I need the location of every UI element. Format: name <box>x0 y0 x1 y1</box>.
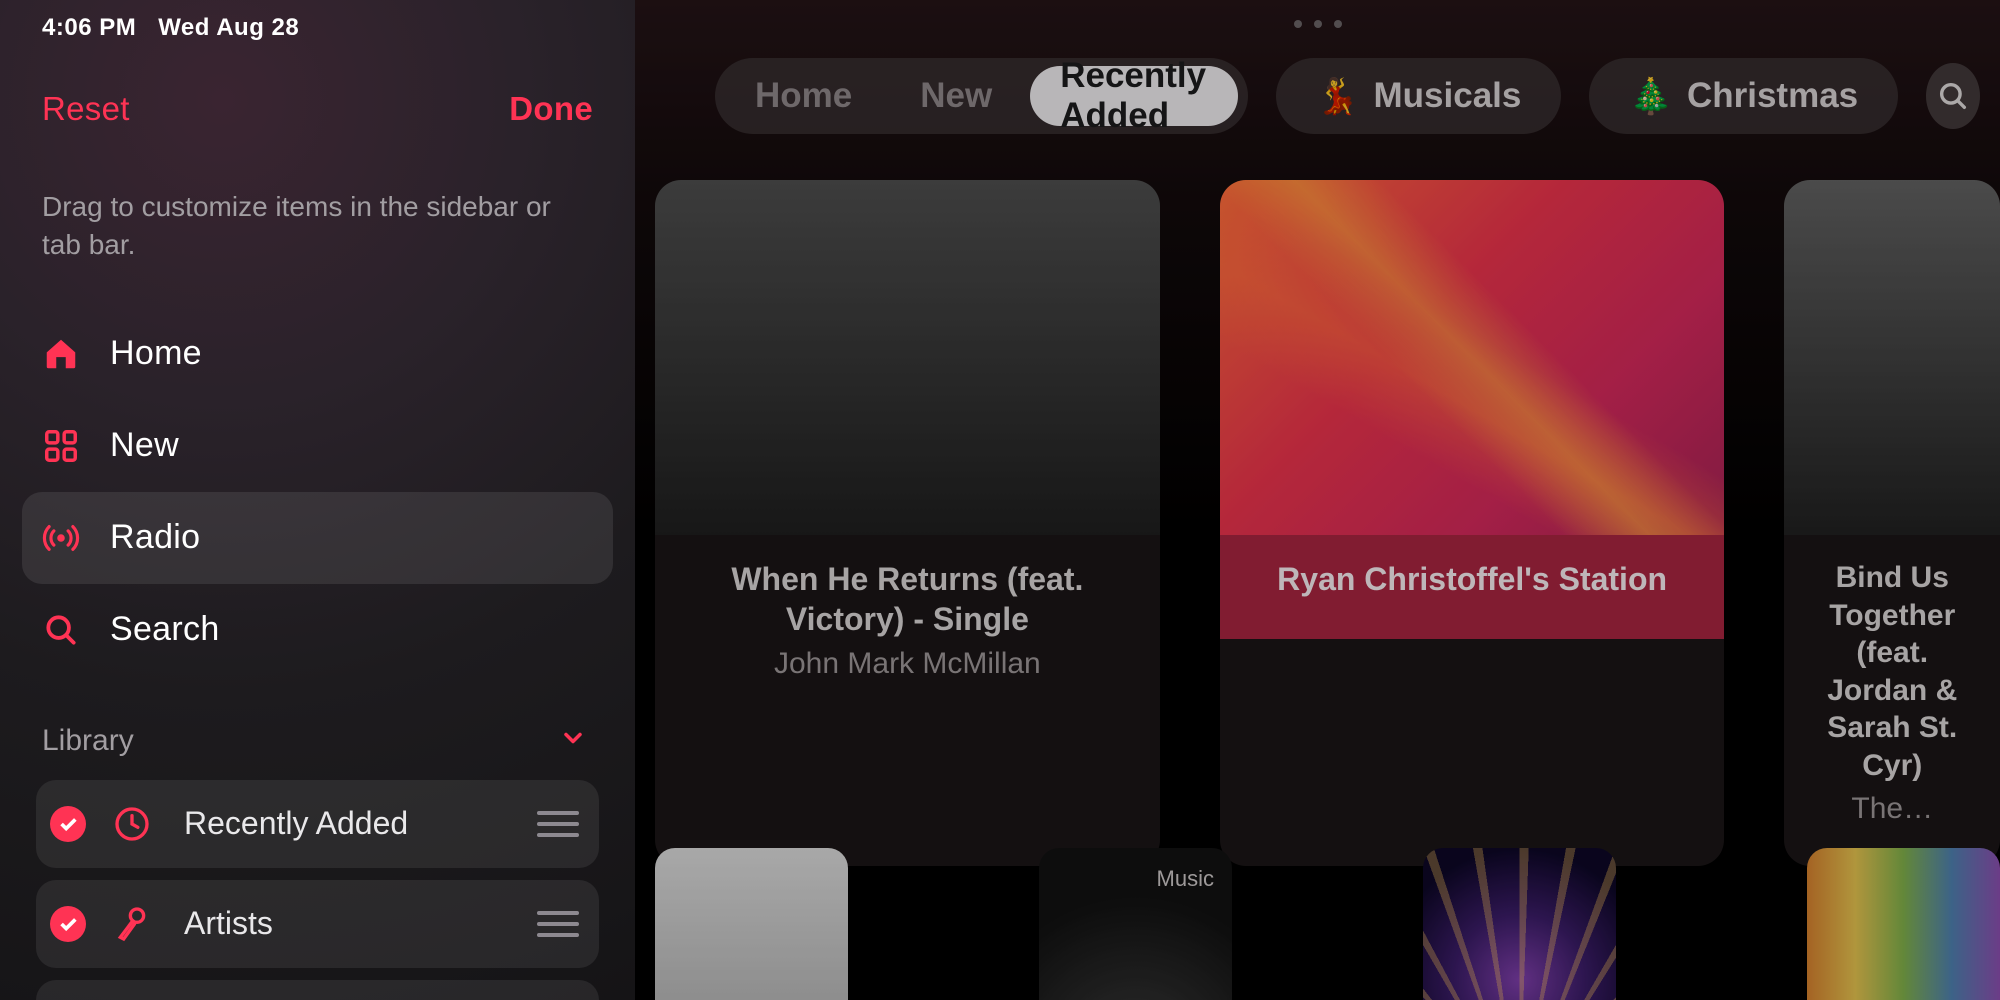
reset-button[interactable]: Reset <box>42 90 130 128</box>
broadcast-icon <box>42 519 80 557</box>
tab-home[interactable]: Home <box>725 66 882 126</box>
edit-bar: Reset Done <box>42 90 593 128</box>
card-title: When He Returns (feat. Victory) - Single <box>681 559 1134 639</box>
dancer-emoji-icon: 💃 <box>1316 76 1360 117</box>
album-art <box>655 180 1160 535</box>
library-item-label: Artists <box>184 905 537 942</box>
check-icon[interactable] <box>50 906 86 942</box>
album-thumbnail[interactable] <box>1423 848 1616 1000</box>
tab-group-primary: Home New Recently Added <box>715 58 1248 134</box>
tree-emoji-icon: 🎄 <box>1629 76 1673 117</box>
album-thumbnail[interactable] <box>1807 848 2000 1000</box>
tab-label: Musicals <box>1374 76 1522 116</box>
check-icon[interactable] <box>50 806 86 842</box>
customize-hint: Drag to customize items in the sidebar o… <box>42 188 593 264</box>
done-button[interactable]: Done <box>509 90 593 128</box>
mic-icon <box>112 904 152 944</box>
tab-bar: Home New Recently Added 💃 Musicals 🎄 Chr… <box>715 56 1980 136</box>
library-item-recently-added[interactable]: Recently Added <box>36 780 599 868</box>
card-title: Bind Us Together (feat. Jordan & Sarah S… <box>1810 559 1974 784</box>
grid-icon <box>42 427 80 465</box>
card-subtitle: The… <box>1810 792 1974 826</box>
recently-added-row: When He Returns (feat. Victory) - Single… <box>655 180 2000 866</box>
sidebar: 4:06 PM Wed Aug 28 Reset Done Drag to cu… <box>0 0 635 1000</box>
status-time: 4:06 PM <box>42 14 136 42</box>
tab-recently-added[interactable]: Recently Added <box>1030 66 1238 126</box>
library-item-label: Recently Added <box>184 805 537 842</box>
nav-item-new[interactable]: New <box>22 400 613 492</box>
search-icon <box>42 611 80 649</box>
status-date: Wed Aug 28 <box>158 14 299 42</box>
tab-new[interactable]: New <box>890 66 1022 126</box>
nav-item-radio[interactable]: Radio <box>22 492 613 584</box>
nav-item-home[interactable]: Home <box>22 308 613 400</box>
main-content: Home New Recently Added 💃 Musicals 🎄 Chr… <box>635 0 2000 1000</box>
library-item-artists[interactable]: Artists <box>36 880 599 968</box>
drag-handle-icon[interactable] <box>537 811 579 837</box>
tab-label: Recently Added <box>1060 56 1208 136</box>
tab-label: New <box>920 76 992 116</box>
search-icon <box>1936 79 1970 113</box>
tab-label: Christmas <box>1687 76 1858 116</box>
chevron-down-icon <box>559 724 587 757</box>
album-art <box>1784 180 2000 535</box>
tab-group-musicals: 💃 Musicals <box>1276 58 1561 134</box>
tab-christmas[interactable]: 🎄 Christmas <box>1599 66 1888 126</box>
window-handle-icon[interactable] <box>1294 20 1342 28</box>
nav-label: Search <box>110 610 220 649</box>
nav-section: Home New Radio Search <box>42 308 593 676</box>
library-title: Library <box>42 724 134 758</box>
album-card[interactable]: When He Returns (feat. Victory) - Single… <box>655 180 1160 866</box>
search-button[interactable] <box>1926 63 1980 129</box>
library-items: Recently Added Artists Albums <box>42 780 593 1000</box>
tab-group-christmas: 🎄 Christmas <box>1589 58 1898 134</box>
status-bar: 4:06 PM Wed Aug 28 <box>42 0 593 42</box>
card-subtitle: John Mark McMillan <box>681 647 1134 681</box>
nav-label: Radio <box>110 518 200 557</box>
library-item-albums[interactable]: Albums <box>36 980 599 1000</box>
card-title: Ryan Christoffel's Station <box>1246 559 1699 599</box>
tab-label: Home <box>755 76 852 116</box>
station-art <box>1220 180 1725 535</box>
album-card[interactable]: Bind Us Together (feat. Jordan & Sarah S… <box>1784 180 2000 866</box>
station-card[interactable]: Ryan Christoffel's Station <box>1220 180 1725 866</box>
drag-handle-icon[interactable] <box>537 911 579 937</box>
album-thumbnail[interactable]: Music <box>1039 848 1232 1000</box>
home-icon <box>42 335 80 373</box>
nav-label: Home <box>110 334 202 373</box>
secondary-row: Music <box>655 848 2000 1000</box>
apple-music-badge: Music <box>1157 866 1214 892</box>
library-header[interactable]: Library <box>42 724 593 758</box>
nav-item-search[interactable]: Search <box>22 584 613 676</box>
album-thumbnail[interactable] <box>655 848 848 1000</box>
nav-label: New <box>110 426 179 465</box>
tab-musicals[interactable]: 💃 Musicals <box>1286 66 1551 126</box>
clock-icon <box>112 804 152 844</box>
